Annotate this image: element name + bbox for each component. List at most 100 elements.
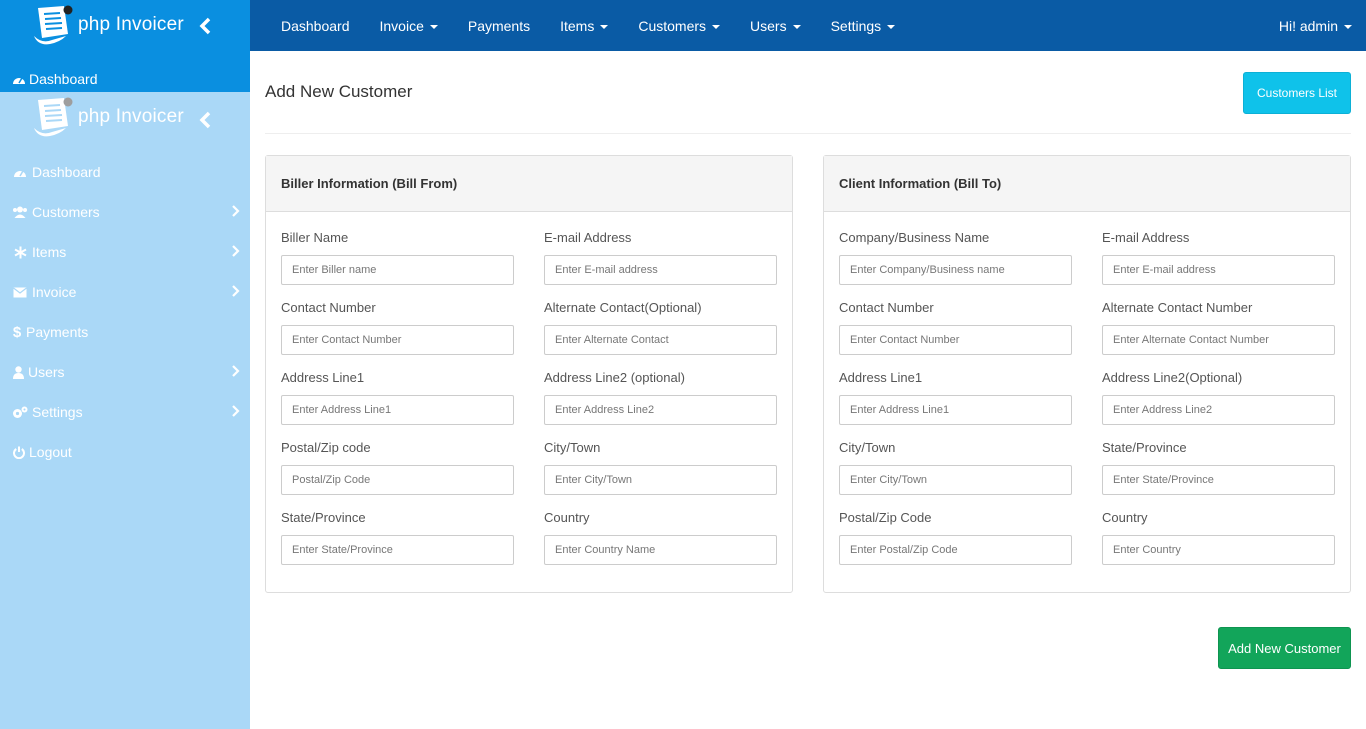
nav-label: Users (750, 17, 787, 34)
sidebar-top-dashboard-label: Dashboard (29, 71, 98, 87)
client-email-group: E-mail Address (1102, 230, 1335, 285)
envelope-icon (12, 285, 28, 299)
client-country-group: Country (1102, 510, 1335, 565)
biller-country-input[interactable] (544, 535, 777, 565)
nav-dashboard[interactable]: Dashboard (250, 0, 365, 51)
field-label: City/Town (544, 440, 601, 455)
customers-list-button[interactable]: Customers List (1243, 72, 1351, 114)
caret-down-icon (887, 24, 896, 29)
sidebar-item-label: Dashboard (32, 164, 101, 180)
client-panel-heading: Client Information (Bill To) (824, 156, 1350, 212)
top-navbar: Dashboard Invoice Payments Items Custome… (250, 0, 1366, 51)
client-address2-input[interactable] (1102, 395, 1335, 425)
biller-alt-contact-group: Alternate Contact(Optional) (544, 300, 777, 355)
invoice-logo-icon (30, 4, 74, 46)
biller-city-input[interactable] (544, 465, 777, 495)
biller-address1-input[interactable] (281, 395, 514, 425)
nav-payments[interactable]: Payments (453, 0, 545, 51)
sidebar-item-items[interactable]: Items (0, 232, 250, 272)
biller-panel-heading: Biller Information (Bill From) (266, 156, 792, 212)
snowflake-icon (12, 245, 28, 259)
chevron-right-icon (230, 204, 240, 218)
client-city-input[interactable] (839, 465, 1072, 495)
field-label: Address Line1 (281, 370, 365, 385)
divider (265, 133, 1351, 134)
sidebar-item-label: Settings (32, 404, 83, 420)
field-label: Country (1102, 510, 1148, 525)
client-city-group: City/Town (839, 440, 1072, 495)
biller-address1-group: Address Line1 (281, 370, 514, 425)
client-state-input[interactable] (1102, 465, 1335, 495)
chevron-right-icon (230, 364, 240, 378)
client-email-input[interactable] (1102, 255, 1335, 285)
brand-name: php Invoicer (78, 106, 184, 127)
field-label: Contact Number (281, 300, 376, 315)
field-label: Alternate Contact Number (1102, 300, 1253, 315)
user-menu-dropdown[interactable]: Hi! admin (1264, 0, 1366, 51)
field-label: Biller Name (281, 230, 349, 245)
nav-invoice-dropdown[interactable]: Invoice (365, 0, 453, 51)
add-new-customer-button[interactable]: Add New Customer (1218, 627, 1351, 669)
sidebar-item-invoice[interactable]: Invoice (0, 272, 250, 312)
field-label: Address Line1 (839, 370, 923, 385)
biller-contact-group: Contact Number (281, 300, 514, 355)
brand-logo[interactable]: php Invoicer (30, 4, 184, 46)
client-postal-input[interactable] (839, 535, 1072, 565)
collapse-sidebar-icon[interactable] (198, 110, 212, 130)
invoice-logo-icon (30, 96, 74, 138)
biller-email-group: E-mail Address (544, 230, 777, 285)
client-contact-input[interactable] (839, 325, 1072, 355)
client-address1-input[interactable] (839, 395, 1072, 425)
sidebar-item-customers[interactable]: Customers (0, 192, 250, 232)
client-contact-group: Contact Number (839, 300, 1072, 355)
biller-address2-group: Address Line2 (optional) (544, 370, 777, 425)
user-greeting: Hi! admin (1278, 17, 1338, 34)
biller-postal-group: Postal/Zip code (281, 440, 514, 495)
biller-postal-input[interactable] (281, 465, 514, 495)
nav-label: Invoice (379, 17, 424, 34)
biller-city-group: City/Town (544, 440, 777, 495)
client-company-group: Company/Business Name (839, 230, 1072, 285)
sidebar-item-settings[interactable]: Settings (0, 392, 250, 432)
sidebar-item-users[interactable]: Users (0, 352, 250, 392)
client-info-panel: Client Information (Bill To) Company/Bus… (823, 155, 1351, 593)
caret-down-icon (792, 24, 801, 29)
field-label: E-mail Address (544, 230, 632, 245)
nav-customers-dropdown[interactable]: Customers (623, 0, 735, 51)
field-label: Company/Business Name (839, 230, 990, 245)
biller-name-input[interactable] (281, 255, 514, 285)
field-label: Country (544, 510, 590, 525)
client-alt-contact-input[interactable] (1102, 325, 1335, 355)
sidebar-item-label: Invoice (32, 284, 77, 300)
collapse-sidebar-icon[interactable] (198, 16, 212, 36)
chevron-right-icon (230, 404, 240, 418)
nav-settings-dropdown[interactable]: Settings (816, 0, 911, 51)
nav-items-dropdown[interactable]: Items (545, 0, 623, 51)
client-company-input[interactable] (839, 255, 1072, 285)
brand-name: php Invoicer (78, 14, 184, 35)
brand-logo-secondary[interactable]: php Invoicer (30, 96, 184, 138)
biller-alt-contact-input[interactable] (544, 325, 777, 355)
field-label: Contact Number (839, 300, 934, 315)
sidebar-item-payments[interactable]: $ Payments (0, 312, 250, 352)
sidebar-item-logout[interactable]: Logout (0, 432, 250, 472)
biller-address2-input[interactable] (544, 395, 777, 425)
sidebar-header: php Invoicer Dashboard (0, 0, 250, 92)
client-alt-contact-group: Alternate Contact Number (1102, 300, 1335, 355)
sidebar-item-dashboard[interactable]: Dashboard (0, 152, 250, 192)
biller-country-group: Country (544, 510, 777, 565)
client-country-input[interactable] (1102, 535, 1335, 565)
biller-contact-input[interactable] (281, 325, 514, 355)
nav-label: Customers (638, 17, 707, 34)
biller-email-input[interactable] (544, 255, 777, 285)
field-label: Postal/Zip Code (839, 510, 932, 525)
caret-down-icon (1344, 24, 1352, 29)
nav-users-dropdown[interactable]: Users (735, 0, 816, 51)
client-address2-group: Address Line2(Optional) (1102, 370, 1335, 425)
sidebar-top-dashboard-link[interactable]: Dashboard (12, 71, 98, 87)
sidebar-item-label: Payments (26, 324, 89, 340)
users-icon (12, 205, 28, 219)
biller-state-input[interactable] (281, 535, 514, 565)
field-label: City/Town (839, 440, 896, 455)
dashboard-icon (12, 73, 26, 85)
